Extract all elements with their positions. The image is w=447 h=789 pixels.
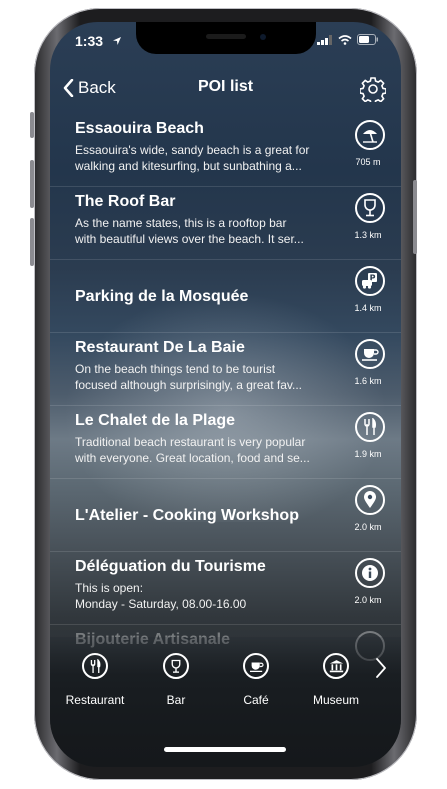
poi-name: The Roof Bar bbox=[75, 193, 176, 210]
side-button bbox=[413, 180, 417, 254]
poi-distance: 1.6 km bbox=[354, 376, 382, 386]
coffee-cup-icon bbox=[243, 653, 269, 679]
notch bbox=[136, 22, 316, 54]
category-label: Museum bbox=[312, 693, 359, 707]
volume-down-button bbox=[30, 218, 34, 266]
museum-icon bbox=[323, 653, 349, 679]
navigation-bar: Back POI list bbox=[50, 72, 401, 108]
home-indicator[interactable] bbox=[164, 747, 286, 752]
wifi-icon bbox=[338, 34, 352, 45]
poi-name: Essaouira Beach bbox=[75, 120, 204, 137]
poi-name: Parking de la Mosquée bbox=[75, 288, 249, 305]
category-bar-item[interactable]: Bar bbox=[136, 653, 216, 707]
info-icon bbox=[355, 558, 385, 588]
poi-item[interactable]: Restaurant De La Baie On the beach thing… bbox=[50, 333, 401, 406]
category-label: Bar bbox=[166, 693, 186, 707]
poi-description: On the beach things tend to be tourist fo… bbox=[75, 362, 303, 392]
poi-item[interactable]: Le Chalet de la Plage Traditional beach … bbox=[50, 406, 401, 479]
poi-description: Traditional beach restaurant is very pop… bbox=[75, 435, 310, 465]
poi-name: Déléguation du Tourisme bbox=[75, 558, 266, 575]
chevron-right-icon[interactable] bbox=[375, 657, 387, 679]
poi-distance: 1.4 km bbox=[354, 303, 382, 313]
battery-icon bbox=[357, 34, 378, 45]
mute-switch bbox=[30, 112, 34, 138]
settings-gear-icon[interactable] bbox=[360, 76, 386, 102]
poi-distance: 1.9 km bbox=[354, 449, 382, 459]
category-label: Restaurant bbox=[65, 693, 125, 707]
poi-name: L'Atelier - Cooking Workshop bbox=[75, 507, 299, 524]
poi-distance: 2.0 km bbox=[354, 522, 382, 532]
poi-item[interactable]: Déléguation du Tourisme This is open: Mon… bbox=[50, 552, 401, 625]
status-time: 1:33 bbox=[75, 33, 104, 49]
poi-item[interactable]: Parking de la Mosquée P 1.4 km bbox=[50, 260, 401, 333]
poi-item[interactable]: Essaouira Beach Essaouira's wide, sandy … bbox=[50, 114, 401, 187]
screen: 1:33 Back POI list Essaouira Beach Essao… bbox=[50, 22, 401, 767]
location-pin-icon bbox=[355, 485, 385, 515]
poi-name: Le Chalet de la Plage bbox=[75, 412, 236, 429]
page-title: POI list bbox=[197, 78, 254, 95]
poi-name: Restaurant De La Baie bbox=[75, 339, 245, 356]
poi-item[interactable]: The Roof Bar As the name states, this is… bbox=[50, 187, 401, 260]
category-label: Café bbox=[243, 693, 269, 707]
poi-distance: 705 m bbox=[355, 157, 381, 167]
poi-description: Essaouira's wide, sandy beach is a great… bbox=[75, 143, 310, 173]
poi-description: As the name states, this is a rooftop ba… bbox=[75, 216, 304, 246]
fork-knife-icon bbox=[355, 412, 385, 442]
category-museum[interactable]: Museum bbox=[296, 653, 376, 707]
coffee-cup-icon bbox=[355, 339, 385, 369]
beach-umbrella-icon bbox=[355, 120, 385, 150]
poi-description: This is open: Monday - Saturday, 08.00-16… bbox=[75, 581, 247, 611]
volume-up-button bbox=[30, 160, 34, 208]
wine-glass-icon bbox=[355, 193, 385, 223]
signal-icon bbox=[317, 34, 332, 45]
poi-list: Essaouira Beach Essaouira's wide, sandy … bbox=[50, 114, 401, 665]
category-cafe[interactable]: Café bbox=[216, 653, 296, 707]
parking-icon: P bbox=[355, 266, 385, 296]
poi-distance: 1.3 km bbox=[354, 230, 382, 240]
fork-knife-icon bbox=[82, 653, 108, 679]
poi-distance: 2.0 km bbox=[354, 595, 382, 605]
wine-glass-icon bbox=[163, 653, 189, 679]
location-arrow-icon bbox=[113, 37, 121, 45]
poi-item[interactable]: L'Atelier - Cooking Workshop 2.0 km bbox=[50, 479, 401, 552]
category-restaurant[interactable]: Restaurant bbox=[55, 653, 135, 707]
